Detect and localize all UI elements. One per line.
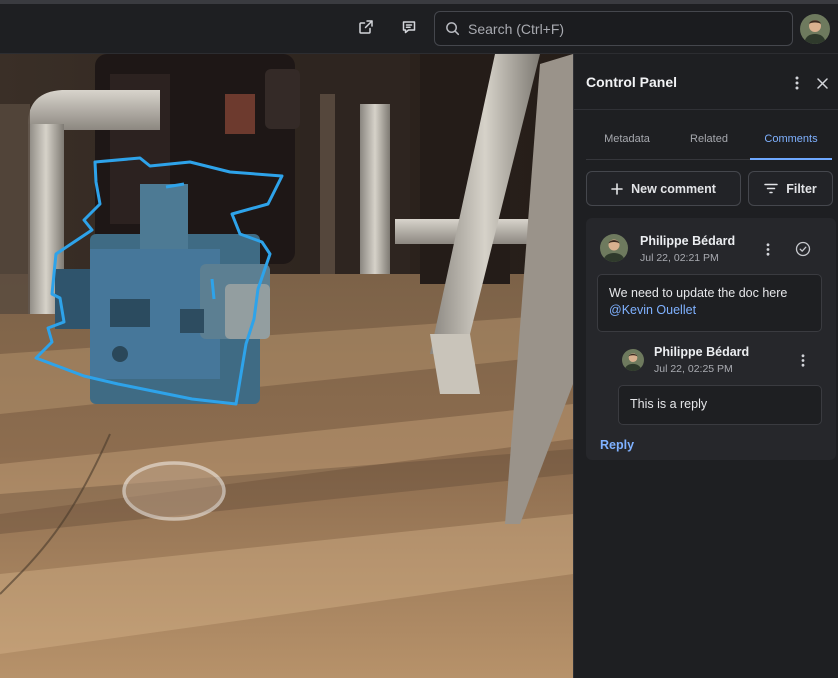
reply-author-avatar [622,349,644,371]
scene-viewport[interactable] [0,54,573,678]
more-vertical-icon[interactable] [759,240,777,258]
filter-button[interactable]: Filter [748,171,833,206]
search-box[interactable] [434,11,793,46]
comment-author-avatar [600,234,628,262]
comment-author: Philippe Bédard [640,234,736,248]
tab-related[interactable]: Related [668,122,750,159]
search-input[interactable] [468,20,768,37]
new-comment-label: New comment [631,181,716,196]
panel-title: Control Panel [586,74,678,90]
reply-body: This is a reply [618,385,822,425]
panel-tabs: Metadata Related Comments [586,122,832,160]
top-bar [0,0,838,54]
reply-author: Philippe Bédard [654,345,750,359]
control-panel: Control Panel Metadata Related Comments … [573,54,838,678]
comment-icon[interactable] [396,14,422,40]
filter-icon [764,183,778,194]
close-icon[interactable] [811,72,833,94]
mention-link[interactable]: @Kevin Ouellet [609,302,810,319]
top-strip [0,0,838,4]
tab-comments[interactable]: Comments [750,122,832,160]
panel-header: Control Panel [574,54,838,110]
comment-text: We need to update the doc here [609,286,788,300]
reply-text: This is a reply [630,397,708,411]
open-external-icon[interactable] [353,14,379,40]
filter-label: Filter [786,181,817,196]
more-vertical-icon[interactable] [794,351,812,369]
comment-timestamp: Jul 22, 02:21 PM [640,252,719,264]
new-comment-button[interactable]: New comment [586,171,741,206]
more-vertical-icon[interactable] [786,72,808,94]
search-icon [446,22,460,36]
tab-metadata[interactable]: Metadata [586,122,668,159]
reply-timestamp: Jul 22, 02:25 PM [654,363,733,375]
reply-button[interactable]: Reply [600,438,634,452]
resolve-check-icon[interactable] [794,240,812,258]
user-avatar[interactable] [800,14,830,44]
plus-icon [611,182,623,195]
comment-body: We need to update the doc here @Kevin Ou… [597,274,822,332]
comment-thread: Philippe Bédard Jul 22, 02:21 PM We need… [586,218,836,460]
